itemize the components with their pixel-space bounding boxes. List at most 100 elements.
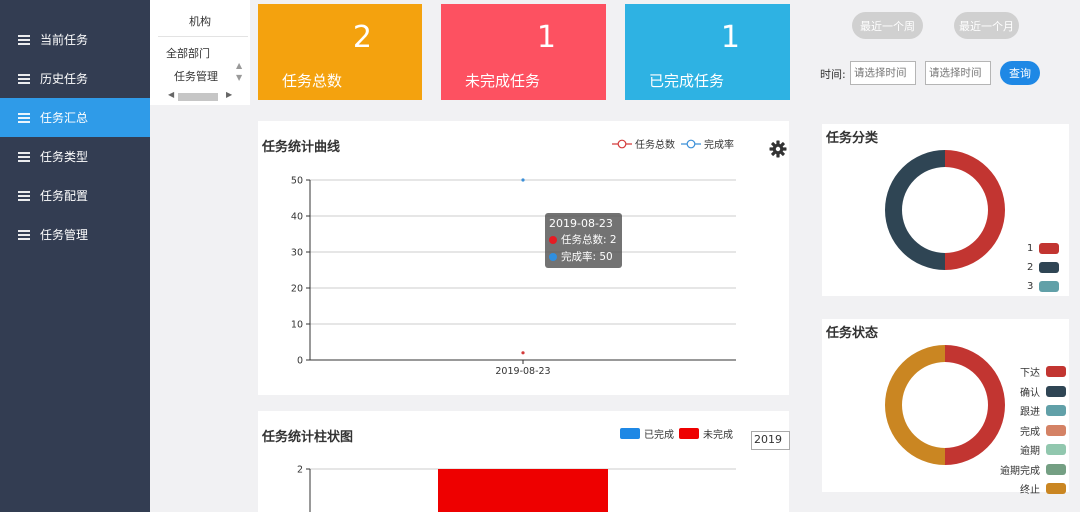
legend-swatch <box>1046 405 1066 416</box>
bar-chart[interactable]: 2 <box>258 455 789 512</box>
legend-line-icon <box>681 139 701 148</box>
legend-item-cat-2[interactable]: 2 <box>1027 262 1060 273</box>
legend-swatch <box>1039 281 1060 292</box>
legend-item-status[interactable]: 下达 <box>1020 364 1066 379</box>
scroll-down-icon[interactable]: ▼ <box>236 72 242 84</box>
legend-swatch <box>1039 243 1060 254</box>
stat-value: 2 <box>352 20 372 55</box>
line-chart-title: 任务统计曲线 <box>262 140 341 155</box>
sidebar-item-task-config[interactable]: 任务配置 <box>0 176 150 215</box>
scrollbar-thumb[interactable] <box>178 93 218 101</box>
sidebar-item-label: 历史任务 <box>40 72 89 86</box>
list-icon <box>18 190 30 201</box>
legend-item-incomplete[interactable]: 未完成 <box>679 426 733 441</box>
last-month-button[interactable]: 最近一个月 <box>954 12 1019 39</box>
list-icon <box>18 112 30 123</box>
legend-item-cat-1[interactable]: 1 <box>1027 243 1060 254</box>
stat-label: 任务总数 <box>282 72 343 90</box>
legend-swatch <box>1046 463 1066 475</box>
chart-tooltip: 2019-08-23 任务总数: 2 完成率: 50 <box>545 213 622 268</box>
tooltip-dot <box>549 235 557 244</box>
status-donut-chart[interactable] <box>880 340 1010 470</box>
legend-label: 逾期 <box>1020 446 1040 457</box>
sidebar-item-label: 当前任务 <box>40 33 89 47</box>
sidebar-item-history-tasks[interactable]: 历史任务 <box>0 59 150 98</box>
sidebar-item-task-management[interactable]: 任务管理 <box>0 215 150 254</box>
stat-label: 已完成任务 <box>649 72 725 90</box>
sidebar-item-current-tasks[interactable]: 当前任务 <box>0 20 150 59</box>
bar-chart-title: 任务统计柱状图 <box>262 430 354 445</box>
end-date-input[interactable] <box>925 61 991 85</box>
y-tick-label: 20 <box>291 284 303 295</box>
stat-value: 1 <box>536 20 556 55</box>
list-icon <box>18 73 30 84</box>
sidebar: 当前任务 历史任务 任务汇总 任务类型 任务配置 任务管理 <box>0 0 150 512</box>
legend-item-status[interactable]: 跟进 <box>1020 403 1066 418</box>
legend-item-completed[interactable]: 已完成 <box>620 426 674 441</box>
org-tree-node[interactable]: 任务管理 <box>174 68 218 84</box>
start-date-input[interactable] <box>850 61 916 85</box>
vertical-scrollbar[interactable]: ▲ ▼ <box>236 60 242 84</box>
bar[interactable] <box>438 469 608 512</box>
scroll-right-icon[interactable]: ▶ <box>226 90 232 99</box>
stat-card-completed: 1 已完成任务 <box>625 4 790 100</box>
legend-swatch <box>1046 366 1066 377</box>
sidebar-item-label: 任务管理 <box>40 228 89 242</box>
scroll-up-icon[interactable]: ▲ <box>236 60 242 72</box>
stat-card-total: 2 任务总数 <box>258 4 422 100</box>
legend-label: 跟进 <box>1020 407 1040 418</box>
gear-icon[interactable] <box>769 140 787 158</box>
legend-label: 任务总数 <box>635 140 675 151</box>
stat-value: 1 <box>720 20 740 55</box>
legend-item-status[interactable]: 终止 <box>1020 481 1066 496</box>
donut-slice[interactable] <box>885 345 945 465</box>
stat-label: 未完成任务 <box>465 72 541 90</box>
donut-slice[interactable] <box>945 345 1005 465</box>
legend-item-rate[interactable]: 完成率 <box>681 136 734 151</box>
legend-label: 1 <box>1027 243 1034 254</box>
list-icon <box>18 34 30 45</box>
year-select[interactable]: 2019 <box>751 431 790 450</box>
org-title: 机构 <box>189 15 211 28</box>
last-week-button[interactable]: 最近一个周 <box>852 12 923 39</box>
legend-label: 下达 <box>1020 368 1040 379</box>
time-label: 时间: <box>820 68 846 81</box>
y-tick-label: 10 <box>291 320 303 331</box>
legend-item-status[interactable]: 逾期 <box>1020 442 1066 457</box>
query-button[interactable]: 查询 <box>1000 61 1040 85</box>
data-point[interactable] <box>521 178 525 182</box>
horizontal-scrollbar[interactable]: ◀ ▶ <box>166 90 236 102</box>
org-tree-root[interactable]: 全部部门 <box>166 45 210 61</box>
x-tick-label: 2019-08-23 <box>495 366 550 377</box>
legend-label: 确认 <box>1020 387 1040 399</box>
sidebar-item-task-types[interactable]: 任务类型 <box>0 137 150 176</box>
legend-item-status[interactable]: 确认 <box>1020 384 1066 399</box>
legend-item-status[interactable]: 完成 <box>1020 423 1066 438</box>
legend-label: 2 <box>1027 262 1034 273</box>
legend-swatch <box>1039 262 1060 273</box>
legend-item-status[interactable]: 逾期完成 <box>1000 462 1066 477</box>
legend-label: 3 <box>1027 281 1034 292</box>
divider <box>158 36 248 37</box>
donut-slice[interactable] <box>945 150 1005 270</box>
legend-swatch <box>1046 385 1066 397</box>
legend-item-cat-3[interactable]: 3 <box>1027 281 1060 292</box>
tooltip-date: 2019-08-23 <box>549 217 613 230</box>
list-icon <box>18 151 30 162</box>
category-donut-chart[interactable] <box>880 145 1010 275</box>
scroll-left-icon[interactable]: ◀ <box>168 90 174 99</box>
tooltip-dot <box>549 252 557 261</box>
sidebar-item-task-summary[interactable]: 任务汇总 <box>0 98 150 137</box>
legend-label: 完成率 <box>704 140 734 151</box>
line-chart[interactable]: 0 10 20 30 40 50 2019-08-23 <box>258 165 789 395</box>
legend-item-total[interactable]: 任务总数 <box>612 136 675 151</box>
list-icon <box>18 229 30 240</box>
legend-label: 逾期完成 <box>1000 465 1040 477</box>
category-title: 任务分类 <box>826 131 879 146</box>
legend-swatch <box>1046 424 1066 436</box>
y-tick-label: 0 <box>297 356 303 367</box>
donut-slice[interactable] <box>885 150 945 270</box>
legend-label: 未完成 <box>703 430 733 441</box>
sidebar-item-label: 任务类型 <box>40 150 89 164</box>
data-point[interactable] <box>521 351 525 355</box>
